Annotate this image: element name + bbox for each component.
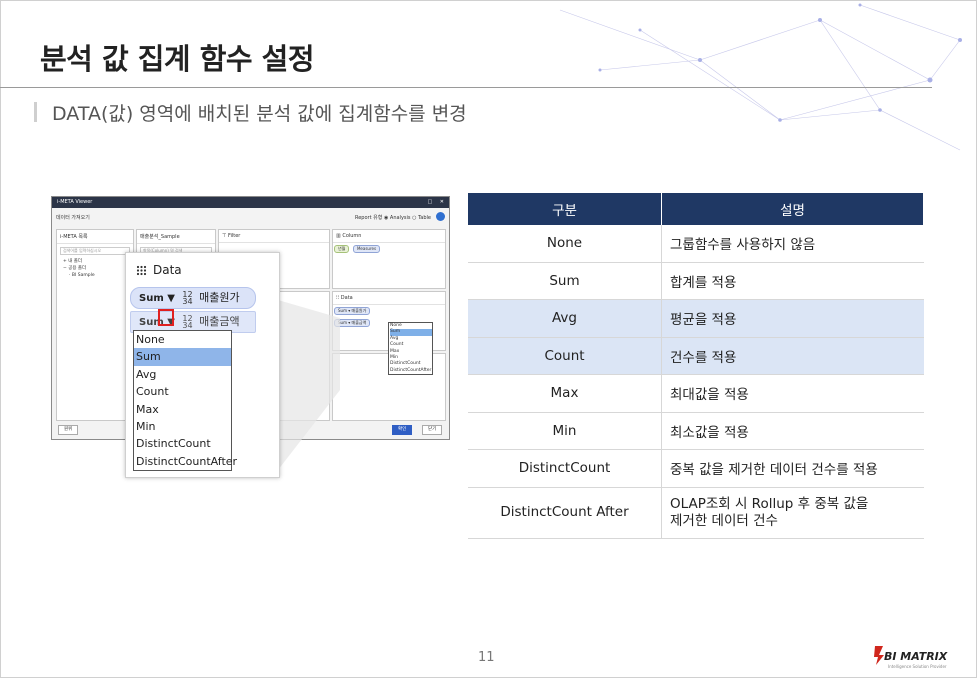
function-desc: 최소값을 적용 — [661, 412, 924, 450]
function-name: DistinctCount — [468, 449, 662, 488]
dropdown-highlight-box — [158, 309, 174, 326]
numeric-field-icon: 12 34 — [182, 290, 193, 306]
function-desc: 그룹함수를 사용하지 않음 — [661, 225, 924, 263]
function-desc: 최대값을 적용 — [661, 374, 924, 413]
agg-option-selected[interactable]: Sum — [134, 348, 231, 366]
function-name: Min — [468, 412, 662, 450]
aggregate-function-table: 구분 설명 None 그룹함수를 사용하지 않음 Sum 합계를 적용 Avg 평균을… — [468, 193, 924, 539]
function-desc: 평균을 적용 — [661, 299, 924, 338]
column-header: 설명 — [661, 193, 924, 225]
column-header: 구분 — [468, 193, 662, 225]
agg-option[interactable]: DistinctCount — [134, 435, 231, 452]
zoom-title: Data — [136, 263, 182, 277]
logo-tagline: Intelligence Solution Provider — [888, 664, 947, 669]
table-header-row: 구분 설명 — [468, 193, 924, 225]
function-desc: OLAP조회 시 Rollup 후 중복 값을 제거한 데이터 건수 — [661, 487, 924, 539]
agg-option[interactable]: Max — [134, 401, 231, 418]
zoom-data-chip[interactable]: Sum ▼ 12 34 매출원가 — [130, 287, 256, 309]
table-row-highlighted: Count 건수를 적용 — [468, 337, 924, 375]
agg-option[interactable]: None — [134, 331, 231, 348]
function-name: Avg — [468, 299, 662, 338]
table-row: Sum 합계를 적용 — [468, 262, 924, 300]
aggregate-dropdown-list: None Sum Avg Count Max Min DistinctCount… — [133, 330, 237, 472]
agg-option[interactable]: Count — [134, 383, 231, 400]
function-name: Max — [468, 374, 662, 413]
function-name: None — [468, 225, 662, 263]
function-name: Count — [468, 337, 662, 375]
agg-option[interactable]: DistinctCountAfter — [134, 453, 237, 470]
agg-option[interactable]: Min — [134, 418, 231, 435]
table-row: DistinctCount 중복 값을 제거한 데이터 건수를 적용 — [468, 449, 924, 488]
table-row: Min 최소값을 적용 — [468, 412, 924, 450]
measure-label: 매출금액 — [199, 315, 240, 328]
table-row-highlighted: Avg 평균을 적용 — [468, 299, 924, 338]
table-row: None 그룹함수를 사용하지 않음 — [468, 225, 924, 263]
function-desc: 중복 값을 제거한 데이터 건수를 적용 — [661, 449, 924, 488]
agg-option[interactable]: Avg — [134, 366, 231, 383]
table-row: Max 최대값을 적용 — [468, 374, 924, 413]
function-desc: 합계를 적용 — [661, 262, 924, 300]
function-desc: 건수를 적용 — [661, 337, 924, 375]
aggregate-selector[interactable]: Sum ▼ — [139, 293, 175, 304]
function-name: DistinctCount After — [468, 487, 662, 539]
page-number: 11 — [478, 650, 495, 665]
numeric-field-icon: 12 34 — [182, 314, 193, 330]
grid-dots-icon — [136, 265, 147, 276]
table-row: DistinctCount After OLAP조회 시 Rollup 후 중복 … — [468, 487, 924, 539]
measure-label: 매출원가 — [199, 291, 240, 304]
logo-brand: BI MATRIX — [884, 650, 948, 663]
function-name: Sum — [468, 262, 662, 300]
